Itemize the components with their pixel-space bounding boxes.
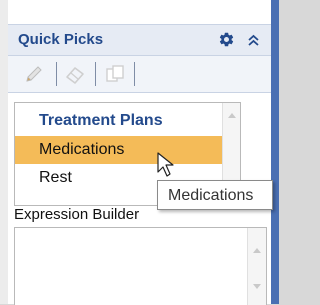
mouse-cursor-icon [157,152,174,177]
eraser-icon[interactable] [63,62,87,86]
scroll-down-icon[interactable] [252,283,262,291]
pencil-icon[interactable] [22,62,46,86]
left-gutter [0,0,8,304]
gear-icon[interactable] [218,31,235,48]
copy-document-icon[interactable] [103,62,127,86]
scroll-up-icon[interactable] [252,246,262,254]
expression-builder-scrollbar[interactable] [247,228,266,305]
quick-picks-title: Quick Picks [18,31,104,48]
expression-builder-box[interactable] [14,227,267,305]
list-item-treatment-plans[interactable]: Treatment Plans [15,107,221,135]
quick-picks-panel: Quick Picks Treatment Plans Medications [8,0,271,305]
panel-top-space [8,0,271,25]
quick-picks-header: Quick Picks [8,25,271,56]
list-item-medications[interactable]: Medications [15,136,240,164]
quick-picks-toolbar [8,56,271,93]
scroll-up-icon[interactable] [227,111,237,119]
expression-builder-label: Expression Builder [14,206,140,223]
toolbar-separator [56,62,57,86]
toolbar-separator [95,62,96,86]
tooltip: Medications [157,180,273,210]
double-chevron-up-icon[interactable] [247,33,260,47]
right-panel-border [271,0,279,304]
toolbar-separator [134,62,135,86]
